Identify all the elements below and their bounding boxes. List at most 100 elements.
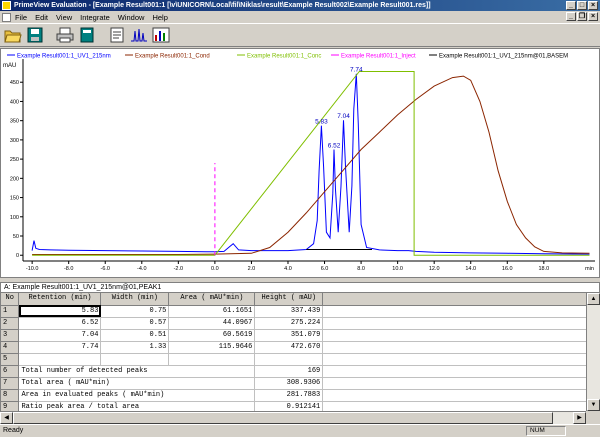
table-cell[interactable] [18, 353, 102, 366]
title-bar: PrimeView Evaluation - [Example Result00… [0, 0, 600, 11]
table-row[interactable]: 2 6.52 0.57 44.0967 275.224 [1, 317, 586, 330]
chart-svg: Example Result001:1_UV1_215nm Example Res… [3, 54, 595, 272]
summary-row[interactable]: 8 Area in evaluated peaks ( mAU*min) 281.7… [1, 389, 586, 402]
table-cell[interactable]: 0.51 [100, 329, 170, 342]
col-no[interactable]: No [1, 293, 20, 306]
num-lock-indicator: NUM [526, 426, 566, 436]
table-cell[interactable]: 5.83 [18, 305, 102, 318]
report-icon [110, 27, 124, 43]
table-cell[interactable]: 115.9646 [168, 341, 256, 354]
col-retention[interactable]: Retention (min) [18, 293, 102, 306]
horizontal-scroll-thumb[interactable] [13, 412, 553, 424]
document-icon[interactable] [2, 12, 11, 22]
summary-label[interactable]: Ratio peak area / total area [18, 401, 256, 411]
summary-value[interactable]: 281.7883 [254, 389, 324, 402]
table-cell[interactable]: 44.0967 [168, 317, 256, 330]
scroll-right-arrow-icon[interactable]: ▶ [573, 412, 586, 424]
table-cell[interactable]: 351.079 [254, 329, 324, 342]
x-tick-label: -4.0 [137, 266, 146, 272]
save-button[interactable] [25, 25, 45, 45]
series-line [32, 75, 590, 255]
summary-label[interactable]: Total area ( mAU*min) [18, 377, 256, 390]
menu-bar: File Edit View Integrate Window Help _ ❐… [0, 11, 600, 23]
menu-file[interactable]: File [15, 13, 27, 22]
status-bar: Ready NUM [0, 424, 600, 436]
summary-row[interactable]: 9 Ratio peak area / total area 0.912141 [1, 401, 586, 411]
summary-label[interactable]: Total number of detected peaks [18, 365, 256, 378]
table-row[interactable]: 4 7.74 1.33 115.9646 472.670 [1, 341, 586, 354]
window-title: PrimeView Evaluation - [Example Result00… [14, 2, 431, 9]
notebook-button[interactable] [77, 25, 97, 45]
table-row[interactable]: 3 7.04 0.51 60.5619 351.079 [1, 329, 586, 342]
table-cell[interactable] [254, 353, 324, 366]
table-cell[interactable]: 0.75 [100, 305, 170, 318]
col-area[interactable]: Area ( mAU*min) [168, 293, 256, 306]
table-cell[interactable]: 472.670 [254, 341, 324, 354]
minimize-button[interactable]: _ [566, 1, 576, 10]
x-tick-label: -10.0 [26, 266, 39, 272]
y-tick-label: 150 [10, 196, 19, 202]
x-tick-label: 10.0 [392, 266, 403, 272]
table-cell[interactable]: 6.52 [18, 317, 102, 330]
row-number[interactable]: 4 [1, 341, 20, 354]
summary-value[interactable]: 0.912141 [254, 401, 324, 411]
menu-help[interactable]: Help [152, 13, 167, 22]
row-number[interactable]: 8 [1, 389, 20, 402]
menu-integrate[interactable]: Integrate [80, 13, 110, 22]
table-cell[interactable]: 60.5619 [168, 329, 256, 342]
series-line [32, 71, 590, 256]
col-height[interactable]: Height ( mAU) [254, 293, 324, 306]
table-cell[interactable]: 0.57 [100, 317, 170, 330]
row-number[interactable]: 2 [1, 317, 20, 330]
legend-entry: Example Result001:1_UV1_215nm@01,BASEM [439, 54, 568, 60]
row-number[interactable]: 1 [1, 305, 20, 318]
summary-label[interactable]: Area in evaluated peaks ( mAU*min) [18, 389, 256, 402]
table-cell[interactable]: 61.1651 [168, 305, 256, 318]
open-button[interactable] [3, 25, 23, 45]
summary-row[interactable]: 6 Total number of detected peaks 169 [1, 365, 586, 378]
table-cell[interactable] [168, 353, 256, 366]
row-number[interactable]: 7 [1, 377, 20, 390]
notebook-icon [80, 27, 94, 43]
summary-row[interactable]: 7 Total area ( mAU*min) 308.9306 [1, 377, 586, 390]
table-row[interactable]: 1 5.83 0.75 61.1651 337.439 [1, 305, 586, 318]
table-cell[interactable]: 7.04 [18, 329, 102, 342]
row-number[interactable]: 6 [1, 365, 20, 378]
scroll-up-arrow-icon[interactable]: ▲ [587, 293, 600, 305]
series-line [31, 73, 590, 255]
table-cell[interactable]: 7.74 [18, 341, 102, 354]
legend-entry: Example Result001:1_Cond [135, 54, 210, 60]
chart-legend: Example Result001:1_UV1_215nm Example Res… [7, 54, 568, 60]
menu-view[interactable]: View [56, 13, 72, 22]
print-button[interactable] [55, 25, 75, 45]
chromatogram-chart[interactable]: Example Result001:1_UV1_215nm Example Res… [0, 48, 600, 278]
report-button[interactable] [107, 25, 127, 45]
chart-button[interactable] [151, 25, 171, 45]
peaks-button[interactable] [129, 25, 149, 45]
vertical-scrollbar[interactable]: ▲ ▼ [586, 293, 600, 411]
row-number[interactable]: 3 [1, 329, 20, 342]
chart-icon [152, 27, 170, 43]
horizontal-scrollbar[interactable]: ◀ ▶ [0, 411, 586, 424]
doc-minimize-button[interactable]: _ [566, 12, 576, 21]
col-width[interactable]: Width (min) [100, 293, 170, 306]
summary-value[interactable]: 308.9306 [254, 377, 324, 390]
table-row[interactable]: 5 [1, 353, 586, 366]
menu-window[interactable]: Window [118, 13, 145, 22]
close-button[interactable]: × [588, 1, 598, 10]
table-cell[interactable]: 337.439 [254, 305, 324, 318]
doc-restore-button[interactable]: ❐ [577, 12, 587, 21]
row-number[interactable]: 5 [1, 353, 20, 366]
x-tick-label: -6.0 [100, 266, 109, 272]
scroll-left-arrow-icon[interactable]: ◀ [0, 412, 13, 424]
table-cell[interactable]: 1.33 [100, 341, 170, 354]
maximize-button[interactable]: □ [577, 1, 587, 10]
summary-value[interactable]: 169 [254, 365, 324, 378]
scroll-down-arrow-icon[interactable]: ▼ [587, 399, 600, 411]
x-tick-label: 14.0 [465, 266, 476, 272]
row-number[interactable]: 9 [1, 401, 20, 411]
menu-edit[interactable]: Edit [35, 13, 48, 22]
table-cell[interactable]: 275.224 [254, 317, 324, 330]
doc-close-button[interactable]: × [588, 12, 598, 21]
table-cell[interactable] [100, 353, 170, 366]
